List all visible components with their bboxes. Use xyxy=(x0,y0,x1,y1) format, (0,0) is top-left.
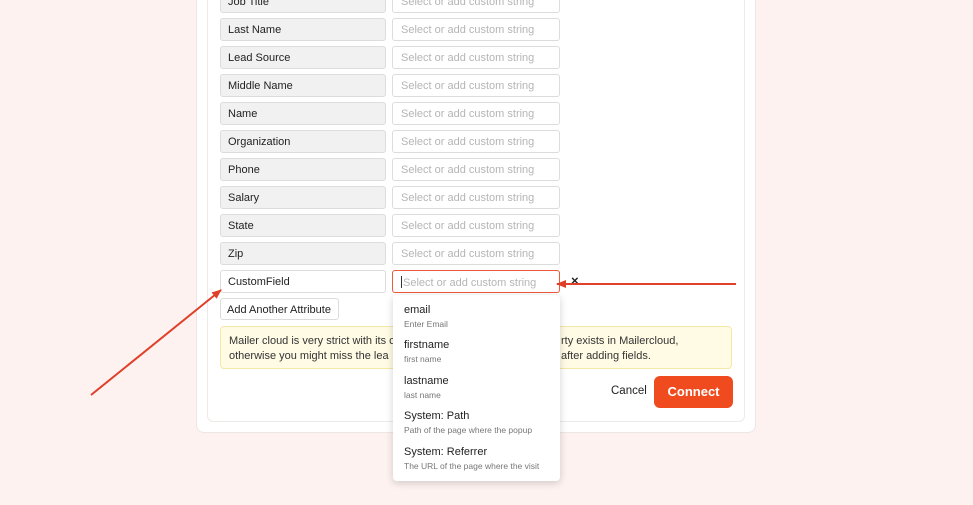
notice-line1-right: rty exists in Mailercloud, xyxy=(561,335,679,347)
field-key: Last Name xyxy=(220,18,386,41)
field-value-select[interactable]: Select or add custom string xyxy=(392,102,560,125)
field-key: Phone xyxy=(220,158,386,181)
field-value-select[interactable]: Select or add custom string xyxy=(392,214,560,237)
custom-field-name-input[interactable]: CustomField xyxy=(220,270,386,293)
field-key: Middle Name xyxy=(220,74,386,97)
option-label: email xyxy=(404,304,431,316)
notice-line2-left: otherwise you might miss the lea xyxy=(229,350,389,362)
option-label: System: Referrer xyxy=(404,446,488,458)
add-another-attribute-button[interactable]: Add Another Attribute xyxy=(220,298,339,320)
field-key: Lead Source xyxy=(220,46,386,69)
field-value-select[interactable]: Select or add custom string xyxy=(392,186,560,209)
field-key: Organization xyxy=(220,130,386,153)
remove-row-icon[interactable]: × xyxy=(571,273,579,288)
field-value-select[interactable]: Select or add custom string xyxy=(392,18,560,41)
dropdown-option-system-path[interactable]: System: Path Path of the page where the … xyxy=(404,410,532,435)
option-label: lastname xyxy=(404,375,449,387)
notice-line2-right: after adding fields. xyxy=(561,350,651,362)
field-key: Zip xyxy=(220,242,386,265)
field-value-select[interactable]: Select or add custom string xyxy=(392,74,560,97)
field-value-select[interactable]: Select or add custom string xyxy=(392,158,560,181)
custom-field-placeholder: Select or add custom string xyxy=(403,277,537,289)
field-value-select[interactable]: Select or add custom string xyxy=(392,46,560,69)
option-description: Path of the page where the popup xyxy=(404,425,533,435)
notice-line1-left: Mailer cloud is very strict with its c xyxy=(229,335,395,347)
value-suggestions-dropdown: email Enter Email firstname first name l… xyxy=(393,295,560,481)
option-description: Enter Email xyxy=(404,319,448,329)
option-label: System: Path xyxy=(404,410,470,422)
dropdown-option-system-referrer[interactable]: System: Referrer The URL of the page whe… xyxy=(404,446,539,471)
option-label: firstname xyxy=(404,339,450,351)
field-value-select[interactable]: Select or add custom string xyxy=(392,242,560,265)
field-key: Salary xyxy=(220,186,386,209)
custom-field-value-input[interactable]: Select or add custom string xyxy=(392,270,560,293)
field-key: Name xyxy=(220,102,386,125)
field-key: Job Title xyxy=(220,0,386,13)
dropdown-option-firstname[interactable]: firstname first name xyxy=(404,339,449,364)
cancel-button[interactable]: Cancel xyxy=(611,385,647,397)
option-description: The URL of the page where the visit xyxy=(404,461,540,471)
option-description: first name xyxy=(404,354,442,364)
option-description: last name xyxy=(404,390,441,400)
connect-button[interactable]: Connect xyxy=(654,376,733,408)
text-caret xyxy=(401,276,402,288)
field-value-select[interactable]: Select or add custom string xyxy=(392,130,560,153)
field-key: State xyxy=(220,214,386,237)
dropdown-option-lastname[interactable]: lastname last name xyxy=(404,375,449,400)
dropdown-option-email[interactable]: email Enter Email xyxy=(404,304,448,329)
field-value-select[interactable]: Select or add custom string xyxy=(392,0,560,13)
